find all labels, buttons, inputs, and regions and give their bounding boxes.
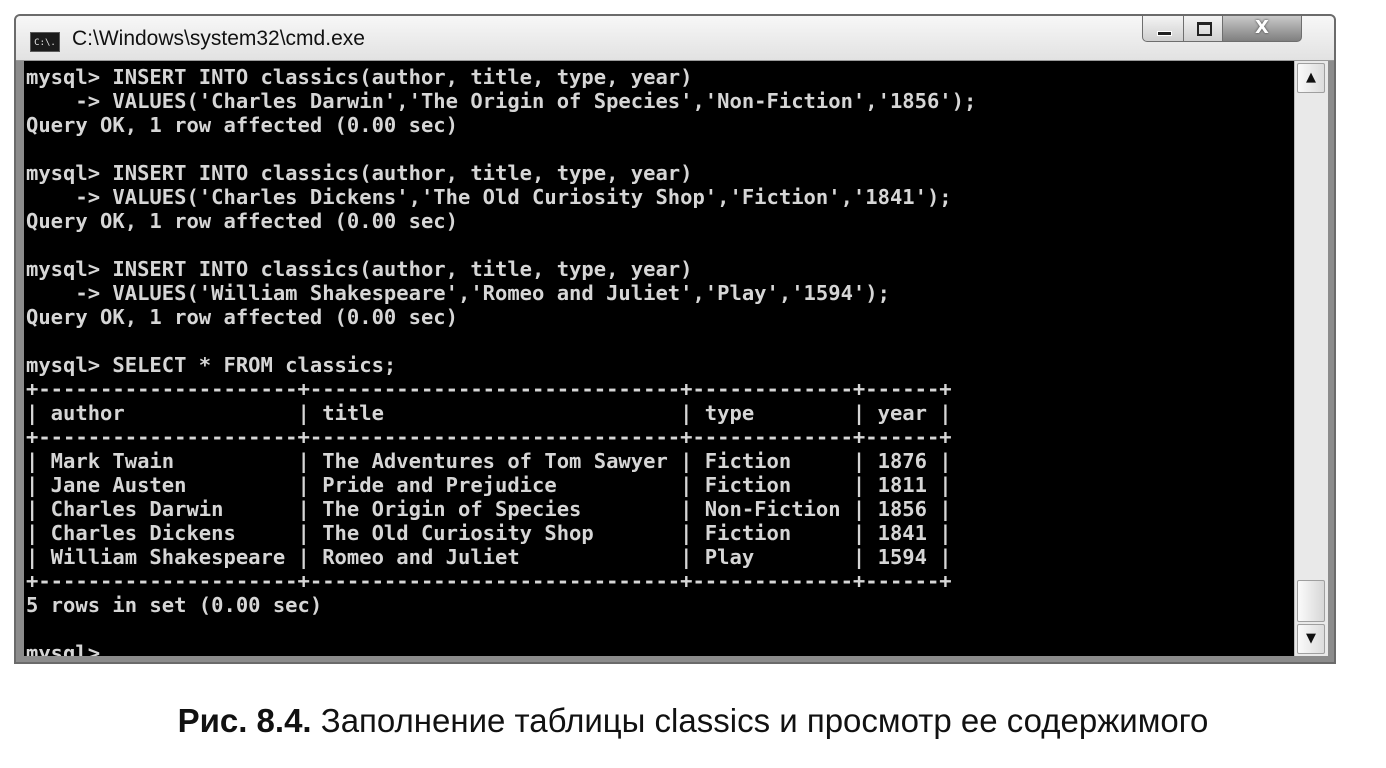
minimize-button[interactable]: [1142, 16, 1184, 42]
vertical-scrollbar[interactable]: ▲ ▼: [1294, 61, 1328, 656]
console-line: Query OK, 1 row affected (0.00 sec): [26, 113, 458, 137]
console-line: | Mark Twain | The Adventures of Tom Saw…: [26, 449, 952, 473]
caption-text: Заполнение таблицы classics и просмотр е…: [311, 702, 1209, 739]
figure-label: Рис. 8.4.: [177, 702, 312, 739]
maximize-icon: [1197, 22, 1212, 36]
console-line: mysql> INSERT INTO classics(author, titl…: [26, 161, 693, 185]
console-line: +---------------------+-----------------…: [26, 425, 952, 449]
console-text: mysql> INSERT INTO classics(author, titl…: [24, 61, 1294, 656]
scroll-down-button[interactable]: ▼: [1297, 624, 1325, 654]
arrow-up-icon: ▲: [1306, 70, 1316, 85]
command-prompt: mysql>: [26, 641, 113, 656]
console-line: -> VALUES('William Shakespeare','Romeo a…: [75, 281, 890, 305]
console-line: mysql> INSERT INTO classics(author, titl…: [26, 257, 693, 281]
console-line: Query OK, 1 row affected (0.00 sec): [26, 305, 458, 329]
cmd-icon[interactable]: C:\.: [30, 32, 60, 52]
console-line: -> VALUES('Charles Dickens','The Old Cur…: [75, 185, 952, 209]
console-line: -> VALUES('Charles Darwin','The Origin o…: [75, 89, 977, 113]
console-line: | Jane Austen | Pride and Prejudice | Fi…: [26, 473, 952, 497]
scroll-thumb[interactable]: [1297, 580, 1325, 622]
console-line: | Charles Dickens | The Old Curiosity Sh…: [26, 521, 952, 545]
minimize-icon: [1157, 31, 1172, 36]
figure-caption: Рис. 8.4. Заполнение таблицы classics и …: [0, 702, 1386, 740]
console-line: Query OK, 1 row affected (0.00 sec): [26, 209, 458, 233]
console-line: | Charles Darwin | The Origin of Species…: [26, 497, 952, 521]
close-icon: X: [1255, 17, 1269, 38]
arrow-down-icon: ▼: [1306, 631, 1316, 646]
scroll-up-button[interactable]: ▲: [1297, 63, 1325, 93]
maximize-button[interactable]: [1183, 16, 1223, 42]
console-line: +---------------------+-----------------…: [26, 569, 952, 593]
close-button[interactable]: X: [1222, 16, 1302, 42]
console-line: +---------------------+-----------------…: [26, 377, 952, 401]
console-line: 5 rows in set (0.00 sec): [26, 593, 323, 617]
console-line: | William Shakespeare | Romeo and Juliet…: [26, 545, 952, 569]
console-output[interactable]: mysql> INSERT INTO classics(author, titl…: [24, 61, 1294, 656]
console-line: mysql> INSERT INTO classics(author, titl…: [26, 65, 693, 89]
console-line: mysql> SELECT * FROM classics;: [26, 353, 397, 377]
console-lines: mysql> INSERT INTO classics(author, titl…: [26, 65, 976, 617]
cmd-window: C:\. C:\Windows\system32\cmd.exe X mysql…: [14, 14, 1336, 664]
console-line: | author | title | type | year |: [26, 401, 952, 425]
window-title: C:\Windows\system32\cmd.exe: [72, 27, 365, 50]
title-bar[interactable]: C:\. C:\Windows\system32\cmd.exe X: [16, 16, 1334, 61]
